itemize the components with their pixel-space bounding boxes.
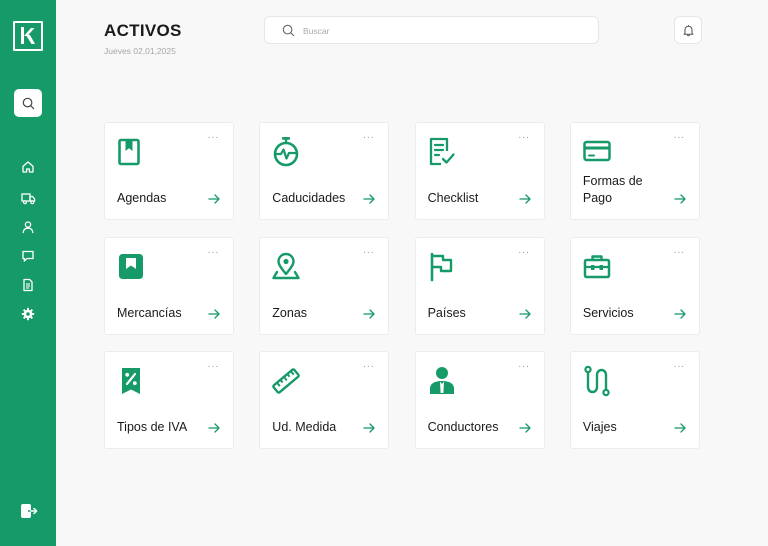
search-icon [282,24,295,37]
stopwatch-icon [273,137,299,167]
arrow-right-icon[interactable] [519,423,531,433]
card-label: Checklist [427,191,479,205]
arrow-right-icon[interactable] [674,423,686,433]
notifications-button[interactable] [674,16,702,44]
user-icon [22,221,34,234]
more-options-icon[interactable]: ··· [673,247,685,258]
k-logo-icon[interactable] [13,21,43,51]
card-checklist[interactable]: ··· Checklist [414,122,545,220]
card-label: Ud. Medida [272,420,337,434]
card-mercancias[interactable]: ··· Mercancías [104,236,234,335]
more-options-icon[interactable]: ··· [673,362,685,372]
sidebar-search-button[interactable] [14,89,42,117]
document-icon [23,278,33,292]
card-label: Países [427,305,466,320]
sidebar-item-users[interactable] [19,218,37,236]
card-paises[interactable]: ··· Países [414,236,545,335]
card-label: Conductores [427,420,499,434]
driver-icon [429,367,454,394]
search-bar [264,16,599,44]
more-options-icon[interactable]: ··· [208,133,220,143]
sidebar [0,0,56,546]
card-label: Servicios [582,305,634,320]
arrow-right-icon[interactable] [674,308,686,319]
card-caducidades[interactable]: ··· Caducidades [259,122,390,220]
search-input[interactable] [303,23,583,38]
search-icon [22,97,34,109]
sidebar-item-transport[interactable] [19,189,37,207]
card-label: Zonas [272,305,308,320]
logout-button[interactable] [19,501,39,521]
logout-icon [21,504,38,518]
toolbox-icon [583,254,611,278]
bell-icon [683,24,693,36]
card-label: Tipos de IVA [117,420,188,434]
card-label: Agendas [117,191,167,205]
arrow-right-icon[interactable] [208,308,220,319]
more-options-icon[interactable]: ··· [363,133,375,143]
arrow-right-icon[interactable] [363,308,375,319]
more-options-icon[interactable]: ··· [208,247,220,258]
arrow-right-icon[interactable] [208,194,220,204]
home-icon [22,161,34,173]
sidebar-item-settings[interactable] [19,305,37,323]
sidebar-item-home[interactable] [19,158,37,176]
card-viajes[interactable]: ··· Viajes [569,351,700,449]
page-date: Jueves 02,01,2025 [104,46,176,56]
checklist-icon [429,137,455,166]
card-label: Caducidades [272,191,346,205]
card-servicios[interactable]: ··· Servicios [569,236,700,335]
arrow-right-icon[interactable] [519,308,531,319]
truck-icon [20,193,35,205]
ruler-icon [272,368,301,394]
flag-icon [430,252,452,281]
card-label: Mercancías [117,305,182,320]
card-formas-de-pago[interactable]: ··· Formas de Pago [569,122,700,220]
map-pin-icon [272,252,300,279]
arrow-right-icon[interactable] [363,423,375,433]
sidebar-item-documents[interactable] [19,276,37,294]
bookmark-book-icon [118,138,140,166]
more-options-icon[interactable]: ··· [518,247,530,258]
more-options-icon[interactable]: ··· [363,247,375,258]
more-options-icon[interactable]: ··· [363,362,375,372]
card-tipos-de-iva[interactable]: ··· Tipos de IVA [104,351,234,449]
percent-tag-icon [122,368,140,394]
card-ud-medida[interactable]: ··· Ud. Medida [259,351,390,449]
more-options-icon[interactable]: ··· [518,362,530,372]
more-options-icon[interactable]: ··· [673,133,685,143]
arrow-right-icon[interactable] [363,194,375,204]
page-title: ACTIVOS [104,21,182,40]
box-icon [119,253,143,279]
arrow-right-icon[interactable] [208,423,220,433]
sidebar-item-messages[interactable] [19,247,37,265]
card-agendas[interactable]: ··· Agendas [104,122,234,220]
gear-icon [21,307,35,321]
assets-grid: ··· Agendas ··· Caducidades ··· Checklis… [104,122,700,449]
more-options-icon[interactable]: ··· [208,362,220,372]
card-zonas[interactable]: ··· Zonas [259,236,390,335]
route-icon [584,365,610,397]
arrow-right-icon[interactable] [519,194,531,204]
card-label: Formas de Pago [582,174,643,205]
more-options-icon[interactable]: ··· [518,133,530,143]
chat-icon [22,250,34,262]
arrow-right-icon[interactable] [674,194,686,204]
credit-card-icon [583,140,611,162]
card-conductores[interactable]: ··· Conductores [414,351,545,449]
card-label: Viajes [582,420,617,434]
